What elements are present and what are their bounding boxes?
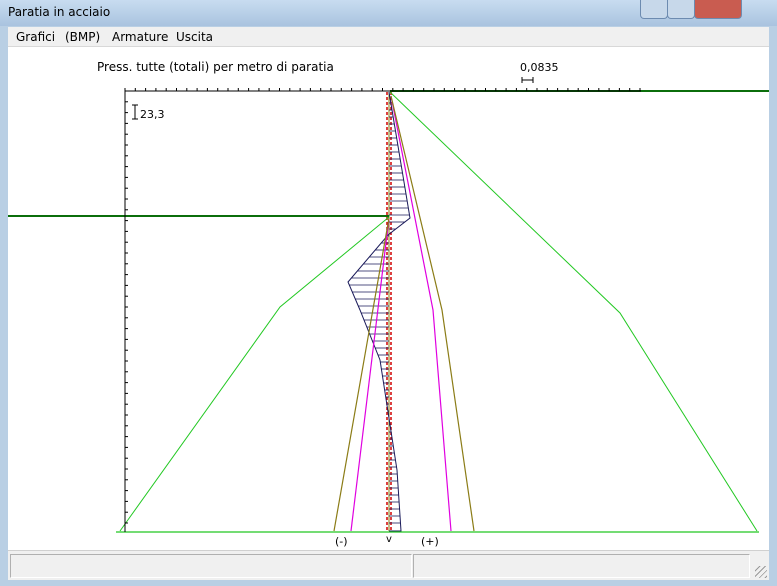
menu-grafici[interactable]: Grafici: [16, 30, 55, 44]
window-title: Paratia in acciaio: [8, 5, 111, 19]
menu-bar: Grafici (BMP) Armature Uscita: [8, 27, 769, 47]
plot-area: Press. tutte (totali) per metro di parat…: [8, 47, 769, 550]
status-pane-right: [413, 554, 750, 578]
menu-uscita[interactable]: Uscita: [176, 30, 213, 44]
plot-title: Press. tutte (totali) per metro di parat…: [97, 60, 334, 74]
pressure-diagram: Press. tutte (totali) per metro di parat…: [8, 60, 769, 548]
status-pane-left: [10, 554, 412, 578]
close-button[interactable]: [694, 0, 742, 19]
maximize-button[interactable]: [667, 0, 695, 19]
axis-marker: v: [386, 534, 392, 545]
left-scale-marker: [132, 104, 138, 120]
olive-left: [333, 217, 390, 532]
resultant-outline: [347, 91, 411, 532]
positive-label: (+): [421, 535, 439, 548]
menu-bmp[interactable]: (BMP): [65, 30, 100, 44]
title-bar[interactable]: Paratia in acciaio: [0, 0, 777, 26]
top-scale-marker: [521, 77, 534, 83]
minimize-button[interactable]: [640, 0, 668, 19]
menu-armature[interactable]: Armature: [112, 30, 168, 44]
left-envelope: [119, 216, 390, 532]
status-bar: [8, 550, 769, 580]
scale-left-label: 23,3: [140, 108, 165, 121]
magenta-left: [350, 217, 390, 532]
negative-label: (-): [335, 535, 348, 548]
resize-grip-icon[interactable]: [755, 566, 767, 578]
scale-top-label: 0,0835: [520, 61, 559, 74]
